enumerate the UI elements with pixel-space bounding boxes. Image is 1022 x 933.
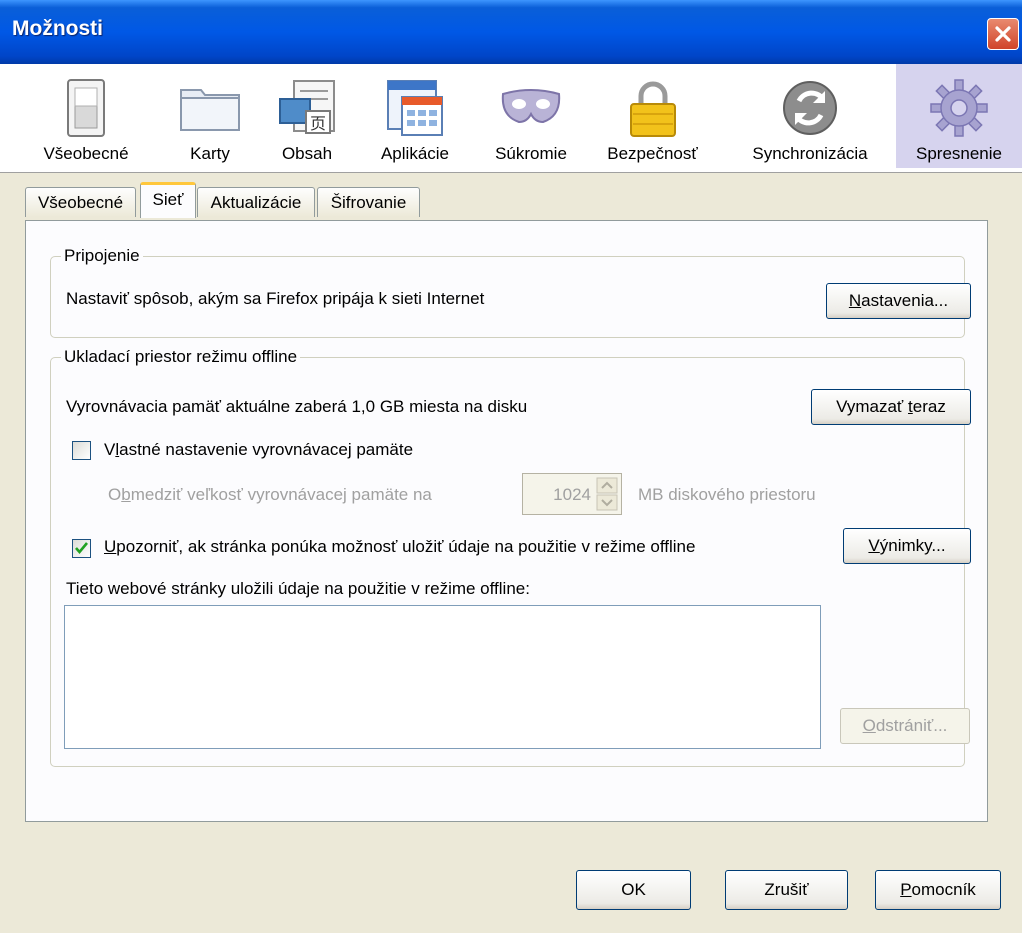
sync-icon [783, 81, 837, 135]
tab-updates[interactable]: Aktualizácie [197, 187, 315, 217]
gear-icon [930, 79, 988, 137]
toolbar-item-tabs[interactable]: Karty [165, 64, 255, 168]
checkmark-icon [75, 542, 88, 555]
options-window: Možnosti Všeobecné Karty 页 Obsah Aplikác… [0, 0, 1022, 933]
toolbar-label-applications: Aplikácie [380, 144, 450, 163]
network-panel: Pripojenie Nastaviť spôsob, akým sa Fire… [25, 220, 988, 822]
spinner-arrows-icon [596, 477, 618, 511]
category-toolbar: Všeobecné Karty 页 Obsah Aplikácie Súkrom… [0, 64, 1022, 173]
mask-icon [501, 89, 561, 124]
cache-limit-spinner[interactable]: 1024 [522, 473, 622, 515]
tab-general[interactable]: Všeobecné [25, 187, 136, 217]
cache-limit-value: 1024 [553, 485, 591, 504]
toolbar-label-general: Všeobecné [43, 144, 129, 163]
tab-network[interactable]: Sieť [140, 182, 196, 218]
cache-limit-unit: MB diskového priestoru [638, 485, 816, 504]
exceptions-button[interactable]: Výnimky... [843, 528, 971, 564]
toolbar-item-general[interactable]: Všeobecné [22, 64, 150, 168]
connection-legend: Pripojenie [64, 246, 140, 265]
svg-text:页: 页 [310, 114, 326, 133]
toolbar-item-sync[interactable]: Synchronizácia [735, 64, 885, 168]
toolbar-item-applications[interactable]: Aplikácie [365, 64, 465, 168]
toolbar-label-privacy: Súkromie [495, 144, 567, 163]
toolbar-label-content: Obsah [281, 144, 333, 163]
window-title: Možnosti [12, 17, 103, 40]
content-icon: 页 [279, 80, 335, 134]
offline-storage-legend: Ukladací priestor režimu offline [64, 347, 298, 366]
toolbar-item-content[interactable]: 页 Obsah [262, 64, 352, 168]
toolbar-label-tabs: Karty [190, 144, 230, 163]
tab-encryption[interactable]: Šifrovanie [317, 187, 420, 217]
switch-icon [67, 79, 105, 137]
close-button[interactable] [987, 18, 1019, 50]
toolbar-label-sync: Synchronizácia [752, 144, 868, 163]
help-button[interactable]: Pomocník [875, 870, 1001, 910]
clear-cache-button[interactable]: Vymazať teraz [811, 389, 971, 425]
cache-usage-text: Vyrovnávacia pamäť aktuálne zaberá 1,0 G… [66, 397, 528, 416]
cancel-button[interactable]: Zrušiť [725, 870, 848, 910]
connection-settings-button[interactable]: Nastavenia... [826, 283, 971, 319]
toolbar-label-advanced: Spresnenie [915, 144, 1002, 163]
offline-sites-list[interactable] [64, 605, 821, 749]
override-cache-label[interactable]: Vlastné nastavenie vyrovnávacej pamäte [104, 440, 413, 460]
toolbar-item-advanced[interactable]: Spresnenie [896, 64, 1022, 168]
folder-icon [180, 89, 240, 131]
ok-button[interactable]: OK [576, 870, 691, 910]
close-icon [995, 26, 1011, 42]
toolbar-item-privacy[interactable]: Súkromie [476, 64, 586, 168]
connection-description: Nastaviť spôsob, akým sa Firefox pripája… [66, 289, 485, 308]
override-cache-checkbox[interactable] [72, 441, 91, 460]
warn-offline-label[interactable]: Upozorniť, ak stránka ponúka možnosť ulo… [104, 537, 695, 557]
applications-icon [387, 80, 443, 136]
warn-offline-checkbox[interactable] [72, 539, 91, 558]
toolbar-label-security: Bezpečnosť [607, 144, 698, 163]
cache-limit-label: Obmedziť veľkosť vyrovnávacej pamäte na [108, 485, 432, 504]
padlock-icon [629, 81, 676, 137]
title-bar[interactable]: Možnosti [0, 0, 1022, 64]
offline-sites-label: Tieto webové stránky uložili údaje na po… [66, 579, 530, 598]
remove-site-button[interactable]: Odstrániť... [840, 708, 970, 744]
toolbar-item-security[interactable]: Bezpečnosť [590, 64, 715, 168]
